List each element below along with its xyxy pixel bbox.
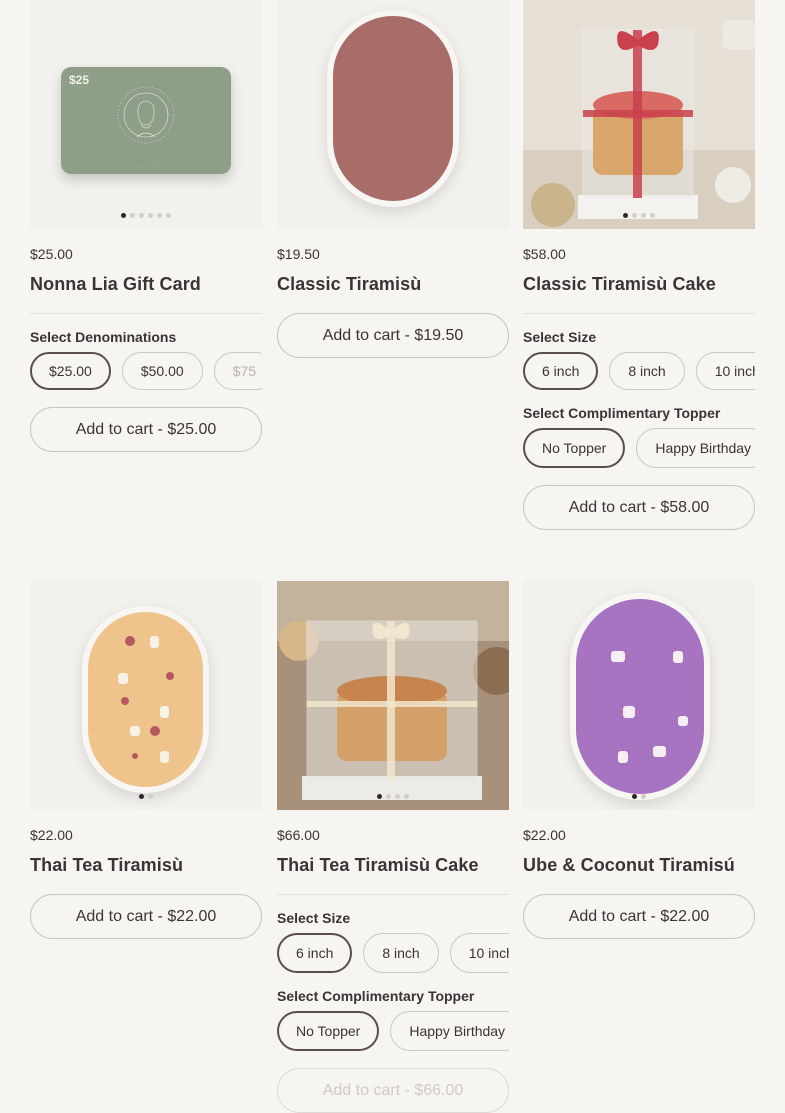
- product-card-thai-tea-tiramisu-cake: $66.00 Thai Tea Tiramisù Cake Select Siz…: [277, 581, 509, 1113]
- image-carousel-dots[interactable]: [523, 794, 755, 799]
- product-card-classic-tiramisu: $19.50 Classic Tiramisù Add to cart - $1…: [277, 0, 509, 358]
- carousel-dot[interactable]: [377, 794, 382, 799]
- carousel-dot[interactable]: [641, 213, 646, 218]
- option-pill[interactable]: $75: [213, 352, 262, 390]
- image-carousel-dots[interactable]: [30, 213, 262, 218]
- option-label: Select Complimentary Topper: [277, 988, 475, 1004]
- carousel-dot[interactable]: [166, 213, 171, 218]
- product-image[interactable]: [523, 581, 755, 810]
- option-pill[interactable]: 6 inch: [523, 352, 599, 390]
- carousel-dot[interactable]: [641, 794, 646, 799]
- divider: [30, 313, 262, 314]
- carousel-dot[interactable]: [139, 213, 144, 218]
- product-image[interactable]: [30, 581, 262, 810]
- product-price: $22.00: [523, 827, 566, 843]
- carousel-dot[interactable]: [632, 213, 637, 218]
- add-to-cart-button[interactable]: Add to cart - $19.50: [277, 313, 509, 358]
- product-title[interactable]: Classic Tiramisù: [277, 274, 509, 295]
- carousel-dot[interactable]: [632, 794, 637, 799]
- gift-card-illustration: $25 · · · · · · ·: [61, 67, 231, 174]
- cake-box-image: [277, 581, 509, 810]
- product-card-classic-tiramisu-cake: $58.00 Classic Tiramisù Cake Select Size…: [523, 0, 755, 530]
- add-to-cart-button[interactable]: Add to cart - $58.00: [523, 485, 755, 530]
- carousel-dot[interactable]: [148, 794, 153, 799]
- carousel-dot[interactable]: [130, 213, 135, 218]
- option-label: Select Size: [277, 910, 351, 926]
- coconut-flakes-icon: [611, 651, 688, 763]
- image-carousel-dots[interactable]: [30, 794, 262, 799]
- carousel-dot[interactable]: [157, 213, 162, 218]
- carousel-dot[interactable]: [139, 794, 144, 799]
- carousel-dot[interactable]: [404, 794, 409, 799]
- tiramisu-tray-image: [327, 10, 459, 207]
- product-card-gift-card: $25 · · · · · · · $25.00 Nonna Lia Gift …: [30, 0, 262, 452]
- product-title[interactable]: Thai Tea Tiramisù: [30, 855, 262, 876]
- option-pill[interactable]: 8 inch: [363, 933, 439, 973]
- divider: [523, 313, 755, 314]
- option-pill-group: No Topper Happy Birthday: [277, 1011, 509, 1051]
- add-to-cart-button[interactable]: Add to cart - $22.00: [30, 894, 262, 939]
- image-carousel-dots[interactable]: [277, 794, 509, 799]
- option-label: Select Denominations: [30, 329, 177, 345]
- product-title[interactable]: Ube & Coconut Tiramisú: [523, 855, 755, 876]
- product-price: $66.00: [277, 827, 320, 843]
- option-pill-group: 6 inch 8 inch 10 inch: [277, 933, 509, 973]
- option-pill[interactable]: Happy Birthday: [636, 428, 755, 468]
- product-card-thai-tea-tiramisu: $22.00 Thai Tea Tiramisù Add to cart - $…: [30, 581, 262, 939]
- product-title[interactable]: Thai Tea Tiramisù Cake: [277, 855, 509, 876]
- product-title[interactable]: Classic Tiramisù Cake: [523, 274, 755, 295]
- image-carousel-dots[interactable]: [523, 213, 755, 218]
- carousel-dot[interactable]: [623, 213, 628, 218]
- option-pill[interactable]: 6 inch: [277, 933, 353, 973]
- product-image[interactable]: $25 · · · · · · ·: [30, 0, 262, 229]
- product-image[interactable]: [277, 581, 509, 810]
- option-pill-group: No Topper Happy Birthday: [523, 428, 755, 468]
- option-pill[interactable]: Happy Birthday: [390, 1011, 509, 1051]
- product-price: $58.00: [523, 246, 566, 262]
- add-to-cart-button[interactable]: Add to cart - $22.00: [523, 894, 755, 939]
- product-image[interactable]: [277, 0, 509, 229]
- option-pill[interactable]: 10 inch: [449, 933, 509, 973]
- product-price: $25.00: [30, 246, 73, 262]
- option-pill[interactable]: No Topper: [277, 1011, 380, 1051]
- carousel-dot[interactable]: [121, 213, 126, 218]
- option-pill-group: 6 inch 8 inch 10 inch: [523, 352, 755, 390]
- product-image[interactable]: [523, 0, 755, 229]
- option-pill[interactable]: No Topper: [523, 428, 626, 468]
- option-pill[interactable]: $50.00: [121, 352, 203, 390]
- carousel-dot[interactable]: [650, 213, 655, 218]
- product-price: $19.50: [277, 246, 320, 262]
- add-to-cart-button[interactable]: Add to cart - $66.00: [277, 1068, 509, 1113]
- option-pill[interactable]: $25.00: [30, 352, 111, 390]
- option-pill[interactable]: 10 inch: [695, 352, 755, 390]
- option-pill-group: $25.00 $50.00 $75: [30, 352, 262, 390]
- product-price: $22.00: [30, 827, 73, 843]
- option-label: Select Complimentary Topper: [523, 405, 721, 421]
- carousel-dot[interactable]: [395, 794, 400, 799]
- carousel-dot[interactable]: [386, 794, 391, 799]
- cake-box-image: [523, 0, 755, 229]
- topping-flakes-icon: [118, 636, 174, 763]
- carousel-dot[interactable]: [148, 213, 153, 218]
- option-label: Select Size: [523, 329, 597, 345]
- portrait-emblem-icon: [117, 86, 175, 144]
- gift-card-footer-text: · · · · · · ·: [134, 165, 158, 170]
- add-to-cart-button[interactable]: Add to cart - $25.00: [30, 407, 262, 452]
- divider: [277, 894, 509, 895]
- product-card-ube-coconut-tiramisu: $22.00 Ube & Coconut Tiramisú Add to car…: [523, 581, 755, 939]
- product-title[interactable]: Nonna Lia Gift Card: [30, 274, 262, 295]
- option-pill[interactable]: 8 inch: [609, 352, 685, 390]
